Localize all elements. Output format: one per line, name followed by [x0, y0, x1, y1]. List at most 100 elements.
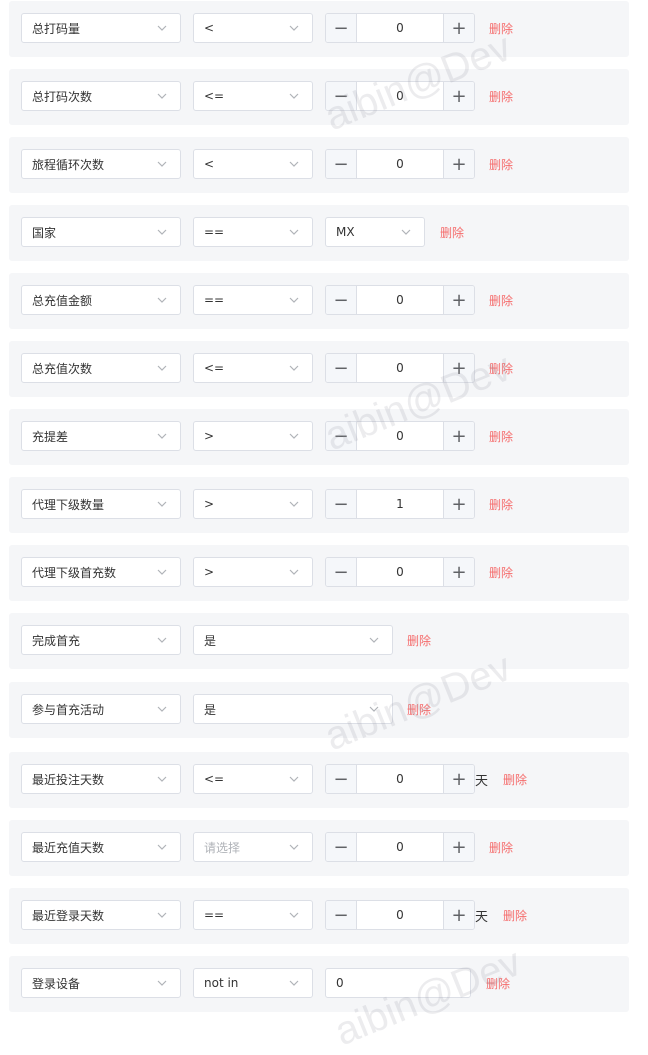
plus-icon[interactable]: +: [443, 833, 474, 861]
delete-link[interactable]: 删除: [489, 88, 513, 105]
operator-select[interactable]: ==: [193, 285, 313, 315]
field-select[interactable]: 总充值金额: [21, 285, 181, 315]
plus-icon[interactable]: +: [443, 490, 474, 518]
field-select[interactable]: 登录设备: [21, 968, 181, 998]
plus-icon[interactable]: +: [443, 901, 474, 929]
stepper-value[interactable]: 1: [357, 490, 443, 518]
minus-icon[interactable]: −: [326, 765, 357, 793]
field-select[interactable]: 总打码量: [21, 13, 181, 43]
field-select[interactable]: 总充值次数: [21, 353, 181, 383]
number-stepper[interactable]: −0 +: [325, 900, 475, 930]
stepper-value[interactable]: 0: [357, 354, 443, 382]
stepper-value[interactable]: 0: [357, 901, 443, 929]
minus-icon[interactable]: −: [326, 14, 357, 42]
operator-select[interactable]: <=: [193, 353, 313, 383]
stepper-value[interactable]: 0: [357, 422, 443, 450]
operator-select[interactable]: <: [193, 149, 313, 179]
operator-select[interactable]: ==: [193, 217, 313, 247]
chevron-down-icon: [288, 158, 300, 170]
field-select[interactable]: 最近充值天数: [21, 832, 181, 862]
operator-select[interactable]: >: [193, 557, 313, 587]
number-stepper[interactable]: −0 +: [325, 149, 475, 179]
minus-icon[interactable]: −: [326, 490, 357, 518]
field-select[interactable]: 代理下级数量: [21, 489, 181, 519]
delete-link[interactable]: 删除: [489, 156, 513, 173]
field-select[interactable]: 代理下级首充数: [21, 557, 181, 587]
delete-link[interactable]: 删除: [489, 564, 513, 581]
operator-select[interactable]: <=: [193, 81, 313, 111]
operator-select[interactable]: >: [193, 421, 313, 451]
minus-icon[interactable]: −: [326, 833, 357, 861]
plus-icon[interactable]: +: [443, 558, 474, 586]
stepper-value[interactable]: 0: [357, 765, 443, 793]
stepper-value[interactable]: 0: [357, 82, 443, 110]
operator-select[interactable]: >: [193, 489, 313, 519]
operator-select[interactable]: <=: [193, 764, 313, 794]
delete-link[interactable]: 删除: [489, 428, 513, 445]
minus-icon[interactable]: −: [326, 354, 357, 382]
number-stepper[interactable]: −1 +: [325, 489, 475, 519]
field-select[interactable]: 最近投注天数: [21, 764, 181, 794]
delete-link[interactable]: 删除: [489, 360, 513, 377]
number-stepper[interactable]: −0 +: [325, 832, 475, 862]
value-input[interactable]: 0: [325, 968, 471, 998]
chevron-down-icon: [156, 909, 168, 921]
delete-link[interactable]: 删除: [407, 701, 431, 718]
minus-icon[interactable]: −: [326, 286, 357, 314]
value-select[interactable]: MX: [325, 217, 425, 247]
number-stepper[interactable]: −0 +: [325, 764, 475, 794]
minus-icon[interactable]: −: [326, 901, 357, 929]
field-select[interactable]: 最近登录天数: [21, 900, 181, 930]
delete-link[interactable]: 删除: [407, 632, 431, 649]
delete-link[interactable]: 删除: [503, 771, 527, 788]
field-select[interactable]: 参与首充活动: [21, 694, 181, 724]
stepper-value[interactable]: 0: [357, 286, 443, 314]
minus-icon[interactable]: −: [326, 422, 357, 450]
minus-icon[interactable]: −: [326, 150, 357, 178]
condition-row: 旅程循环次数 < −0 + 删除: [9, 137, 629, 193]
chevron-down-icon: [156, 498, 168, 510]
number-stepper[interactable]: −0 +: [325, 557, 475, 587]
plus-icon[interactable]: +: [443, 765, 474, 793]
number-stepper[interactable]: −0 +: [325, 421, 475, 451]
plus-icon[interactable]: +: [443, 150, 474, 178]
number-stepper[interactable]: −0 +: [325, 285, 475, 315]
delete-link[interactable]: 删除: [440, 224, 464, 241]
minus-icon[interactable]: −: [326, 82, 357, 110]
field-select[interactable]: 完成首充: [21, 625, 181, 655]
number-stepper[interactable]: −0 +: [325, 353, 475, 383]
operator-select[interactable]: <: [193, 13, 313, 43]
field-select[interactable]: 总打码次数: [21, 81, 181, 111]
stepper-value[interactable]: 0: [357, 150, 443, 178]
minus-icon[interactable]: −: [326, 558, 357, 586]
plus-icon[interactable]: +: [443, 14, 474, 42]
chevron-down-icon: [156, 841, 168, 853]
field-select[interactable]: 国家: [21, 217, 181, 247]
field-select[interactable]: 充提差: [21, 421, 181, 451]
plus-icon[interactable]: +: [443, 286, 474, 314]
chevron-down-icon: [156, 773, 168, 785]
plus-icon[interactable]: +: [443, 354, 474, 382]
delete-link[interactable]: 删除: [489, 496, 513, 513]
delete-link[interactable]: 删除: [489, 839, 513, 856]
plus-icon[interactable]: +: [443, 422, 474, 450]
operator-select[interactable]: not in: [193, 968, 313, 998]
operator-select[interactable]: 请选择: [193, 832, 313, 862]
field-select[interactable]: 旅程循环次数: [21, 149, 181, 179]
delete-link[interactable]: 删除: [486, 975, 510, 992]
chevron-down-icon: [156, 294, 168, 306]
stepper-value[interactable]: 0: [357, 833, 443, 861]
delete-link[interactable]: 删除: [489, 20, 513, 37]
operator-select[interactable]: ==: [193, 900, 313, 930]
stepper-value[interactable]: 0: [357, 14, 443, 42]
value-select[interactable]: 是: [193, 625, 393, 655]
number-stepper[interactable]: −0 +: [325, 13, 475, 43]
unit-label: 天: [475, 910, 489, 925]
value-select[interactable]: 是: [193, 694, 393, 724]
plus-icon[interactable]: +: [443, 82, 474, 110]
delete-link[interactable]: 删除: [503, 907, 527, 924]
number-stepper[interactable]: −0 +: [325, 81, 475, 111]
delete-link[interactable]: 删除: [489, 292, 513, 309]
chevron-down-icon: [368, 634, 380, 646]
stepper-value[interactable]: 0: [357, 558, 443, 586]
